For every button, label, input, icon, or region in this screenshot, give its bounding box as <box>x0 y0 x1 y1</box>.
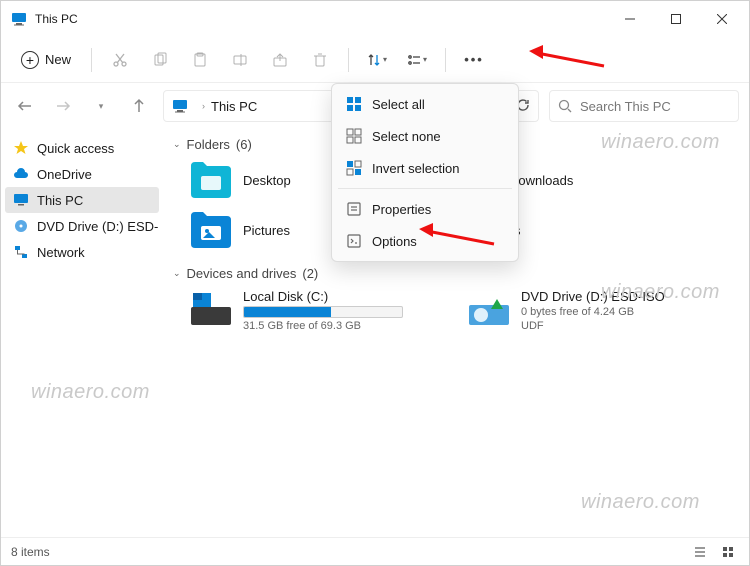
network-icon <box>13 244 29 260</box>
drive-free-text: 31.5 GB free of 69.3 GB <box>243 320 403 332</box>
view-button[interactable]: ▾ <box>399 42 435 78</box>
section-count: (2) <box>302 266 318 281</box>
drive-usage-bar <box>243 306 403 318</box>
maximize-button[interactable] <box>653 3 699 35</box>
section-label: Devices and drives <box>187 266 297 281</box>
disc-drive-icon <box>467 289 511 329</box>
delete-icon[interactable] <box>302 42 338 78</box>
menu-select-all[interactable]: Select all <box>336 88 514 120</box>
drive-label: DVD Drive (D:) ESD-ISO <box>521 289 665 304</box>
cloud-icon <box>13 166 29 182</box>
disc-icon <box>13 218 29 234</box>
folder-icon <box>189 210 233 250</box>
menu-label: Options <box>372 234 417 249</box>
drive-label: Local Disk (C:) <box>243 289 403 304</box>
up-button[interactable] <box>125 92 153 120</box>
select-none-icon <box>346 128 362 144</box>
sidebar-item-quick-access[interactable]: Quick access <box>5 135 159 161</box>
separator <box>445 48 446 72</box>
sort-button[interactable]: ▾ <box>359 42 395 78</box>
search-icon <box>558 99 572 113</box>
sidebar-item-label: DVD Drive (D:) ESD-ISO <box>37 219 159 234</box>
status-bar: 8 items <box>1 537 749 565</box>
paste-icon[interactable] <box>182 42 218 78</box>
this-pc-icon <box>172 98 188 114</box>
drive-dvd-d[interactable]: DVD Drive (D:) ESD-ISO 0 bytes free of 4… <box>467 289 717 332</box>
annotation-arrow <box>419 219 499 249</box>
chevron-down-icon: ⌄ <box>173 139 181 150</box>
drive-fs-label: UDF <box>521 320 665 332</box>
menu-select-none[interactable]: Select none <box>336 120 514 152</box>
folder-label: Pictures <box>243 223 290 238</box>
new-button-label: New <box>45 52 71 67</box>
menu-invert-selection[interactable]: Invert selection <box>336 152 514 184</box>
drives-grid: Local Disk (C:) 31.5 GB free of 69.3 GB … <box>189 289 739 332</box>
star-icon <box>13 140 29 156</box>
sidebar-item-label: OneDrive <box>37 167 92 182</box>
new-button[interactable]: + New <box>11 47 81 73</box>
search-box[interactable]: Search This PC <box>549 90 739 122</box>
plus-circle-icon: + <box>21 51 39 69</box>
sidebar-item-dvd-drive[interactable]: DVD Drive (D:) ESD-ISO <box>5 213 159 239</box>
cut-icon[interactable] <box>102 42 138 78</box>
sidebar-item-this-pc[interactable]: This PC <box>5 187 159 213</box>
details-view-toggle[interactable] <box>689 542 711 562</box>
forward-button[interactable] <box>49 92 77 120</box>
search-placeholder: Search This PC <box>580 99 671 114</box>
navigation-pane: Quick access OneDrive This PC DVD Drive … <box>1 129 163 537</box>
separator <box>91 48 92 72</box>
menu-label: Invert selection <box>372 161 459 176</box>
section-header-drives[interactable]: ⌄ Devices and drives (2) <box>173 266 739 281</box>
window-title: This PC <box>35 12 607 26</box>
command-toolbar: + New ▾ ▾ ••• <box>1 37 749 83</box>
thumbnails-view-toggle[interactable] <box>717 542 739 562</box>
recent-dropdown[interactable]: ▾ <box>87 92 115 120</box>
sidebar-item-label: Quick access <box>37 141 114 156</box>
properties-icon <box>346 201 362 217</box>
sidebar-item-label: Network <box>37 245 85 260</box>
breadcrumb-location[interactable]: This PC <box>211 99 257 114</box>
section-label: Folders <box>187 137 230 152</box>
menu-label: Properties <box>372 202 431 217</box>
menu-separator <box>338 188 512 189</box>
menu-label: Select all <box>372 97 425 112</box>
select-all-icon <box>346 96 362 112</box>
drive-icon <box>189 289 233 329</box>
rename-icon[interactable] <box>222 42 258 78</box>
more-button[interactable]: ••• <box>456 42 492 78</box>
annotation-arrow <box>529 41 609 71</box>
chevron-down-icon: ⌄ <box>173 268 181 279</box>
separator <box>348 48 349 72</box>
minimize-button[interactable] <box>607 3 653 35</box>
copy-icon[interactable] <box>142 42 178 78</box>
this-pc-icon <box>11 11 27 27</box>
title-bar: This PC <box>1 1 749 37</box>
sidebar-item-onedrive[interactable]: OneDrive <box>5 161 159 187</box>
item-count: 8 items <box>11 545 50 559</box>
menu-label: Select none <box>372 129 441 144</box>
close-button[interactable] <box>699 3 745 35</box>
options-icon <box>346 233 362 249</box>
monitor-icon <box>13 192 29 208</box>
share-icon[interactable] <box>262 42 298 78</box>
window-controls <box>607 3 745 35</box>
drive-free-text: 0 bytes free of 4.24 GB <box>521 306 665 318</box>
chevron-right-icon[interactable]: › <box>202 101 205 111</box>
folder-icon <box>189 160 233 200</box>
sidebar-item-network[interactable]: Network <box>5 239 159 265</box>
sidebar-item-label: This PC <box>37 193 83 208</box>
section-count: (6) <box>236 137 252 152</box>
folder-label: Desktop <box>243 173 291 188</box>
invert-selection-icon <box>346 160 362 176</box>
back-button[interactable] <box>11 92 39 120</box>
drive-local-c[interactable]: Local Disk (C:) 31.5 GB free of 69.3 GB <box>189 289 439 332</box>
